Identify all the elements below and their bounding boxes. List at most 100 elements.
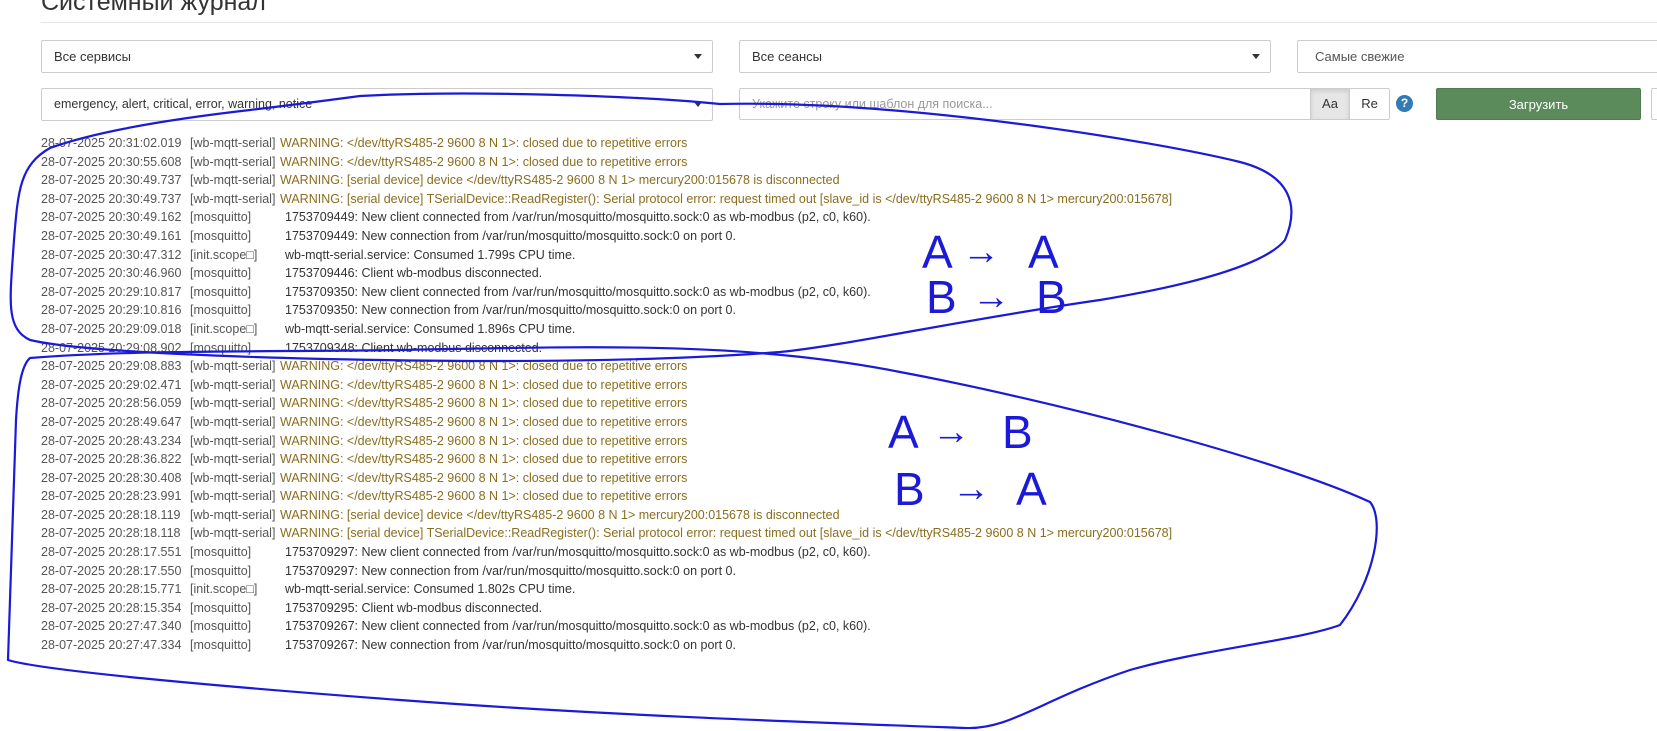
log-row: 28-07-2025 20:29:08.902 [mosquitto] 175370…	[41, 339, 1341, 358]
log-timestamp: 28-07-2025 20:29:09.018	[41, 321, 182, 336]
sessions-select[interactable]: Все сеансы	[739, 40, 1271, 73]
log-row: 28-07-2025 20:28:30.408 [wb-mqtt-serial] W…	[41, 469, 1341, 488]
log-timestamp: 28-07-2025 20:28:43.234	[41, 433, 182, 448]
log-message: WARNING: [serial device] device </dev/tt…	[280, 173, 840, 188]
log-message: WARNING: </dev/ttyRS485-2 9600 8 N 1>: c…	[280, 452, 688, 467]
log-service: [mosquitto]	[190, 563, 252, 578]
levels-select[interactable]: emergency, alert, critical, error, warni…	[41, 88, 713, 121]
log-message: WARNING: [serial device] TSerialDevice::…	[280, 526, 1173, 541]
log-timestamp: 28-07-2025 20:30:49.161	[41, 228, 182, 243]
log-row: 28-07-2025 20:29:10.816 [mosquitto] 175370…	[41, 301, 1341, 320]
log-timestamp: 28-07-2025 20:29:02.471	[41, 377, 182, 392]
log-service: [init.scope□]	[190, 582, 258, 597]
load-button[interactable]: Загрузить	[1436, 88, 1641, 120]
help-icon[interactable]: ?	[1396, 95, 1413, 112]
log-row: 28-07-2025 20:30:46.960 [mosquitto] 175370…	[41, 264, 1341, 283]
services-select[interactable]: Все сервисы	[41, 40, 713, 73]
log-message: WARNING: </dev/ttyRS485-2 9600 8 N 1>: c…	[280, 359, 688, 374]
order-select-value: Самые свежие	[1315, 49, 1405, 64]
search-input[interactable]	[739, 88, 1310, 120]
log-message: 1753709446: Client wb-modbus disconnecte…	[285, 266, 543, 281]
log-timestamp: 28-07-2025 20:30:49.737	[41, 173, 182, 188]
log-service: [wb-mqtt-serial]	[190, 526, 276, 541]
log-message: 1753709449: New connection from /var/run…	[285, 228, 736, 243]
log-row: 28-07-2025 20:29:08.883 [wb-mqtt-serial] W…	[41, 357, 1341, 376]
log-message: WARNING: </dev/ttyRS485-2 9600 8 N 1>: c…	[280, 154, 688, 169]
log-row: 28-07-2025 20:30:49.737 [wb-mqtt-serial] W…	[41, 190, 1341, 209]
log-row: 28-07-2025 20:30:49.161 [mosquitto] 175370…	[41, 227, 1341, 246]
log-row: 28-07-2025 20:30:55.608 [wb-mqtt-serial] W…	[41, 153, 1341, 172]
log-timestamp: 28-07-2025 20:28:17.550	[41, 563, 182, 578]
chevron-down-icon	[1252, 54, 1260, 59]
log-timestamp: 28-07-2025 20:30:47.312	[41, 247, 182, 262]
log-timestamp: 28-07-2025 20:30:55.608	[41, 154, 182, 169]
log-service: [mosquitto]	[190, 600, 252, 615]
log-service: [mosquitto]	[190, 619, 252, 634]
log-timestamp: 28-07-2025 20:30:49.737	[41, 191, 182, 206]
log-row: 28-07-2025 20:31:02.019 [wb-mqtt-serial] W…	[41, 134, 1341, 153]
services-select-value: Все сервисы	[54, 49, 131, 64]
log-row: 28-07-2025 20:27:47.340 [mosquitto] 175370…	[41, 617, 1341, 636]
log-message: 1753709267: New connection from /var/run…	[285, 638, 736, 653]
chevron-down-icon	[694, 102, 702, 107]
log-row: 28-07-2025 20:28:17.551 [mosquitto] 175370…	[41, 543, 1341, 562]
log-timestamp: 28-07-2025 20:30:46.960	[41, 266, 182, 281]
log-row: 28-07-2025 20:28:49.647 [wb-mqtt-serial] W…	[41, 413, 1341, 432]
log-service: [wb-mqtt-serial]	[190, 136, 276, 150]
log-row: 28-07-2025 20:28:23.991 [wb-mqtt-serial] W…	[41, 487, 1341, 506]
log-row: 28-07-2025 20:28:17.550 [mosquitto] 175370…	[41, 562, 1341, 581]
log-timestamp: 28-07-2025 20:30:49.162	[41, 210, 182, 225]
log-timestamp: 28-07-2025 20:28:15.354	[41, 600, 182, 615]
log-row: 28-07-2025 20:28:56.059 [wb-mqtt-serial] W…	[41, 394, 1341, 413]
log-message: 1753709267: New client connected from /v…	[285, 619, 871, 634]
case-sensitive-toggle[interactable]: Aa	[1310, 88, 1350, 120]
log-row: 28-07-2025 20:28:36.822 [wb-mqtt-serial] W…	[41, 450, 1341, 469]
log-timestamp: 28-07-2025 20:28:56.059	[41, 396, 182, 411]
log-message: 1753709449: New client connected from /v…	[285, 210, 871, 225]
log-row: 28-07-2025 20:30:49.162 [mosquitto] 175370…	[41, 208, 1341, 227]
log-message: 1753709297: New client connected from /v…	[285, 545, 871, 560]
log-service: [mosquitto]	[190, 545, 252, 560]
log-row: 28-07-2025 20:30:47.312 [init.scope□] wb-m…	[41, 246, 1341, 265]
log-service: [init.scope□]	[190, 247, 258, 262]
log-message: WARNING: </dev/ttyRS485-2 9600 8 N 1>: c…	[280, 470, 688, 485]
log-list: 28-07-2025 20:31:02.019 [wb-mqtt-serial] W…	[41, 134, 1341, 655]
order-select[interactable]: Самые свежие	[1297, 40, 1657, 73]
title-divider	[41, 22, 1657, 23]
log-message: 1753709297: New connection from /var/run…	[285, 563, 736, 578]
log-service: [mosquitto]	[190, 638, 252, 653]
log-message: WARNING: </dev/ttyRS485-2 9600 8 N 1>: c…	[280, 414, 688, 429]
regex-toggle[interactable]: Re	[1349, 88, 1390, 120]
log-timestamp: 28-07-2025 20:28:17.551	[41, 545, 182, 560]
log-timestamp: 28-07-2025 20:28:30.408	[41, 470, 182, 485]
log-row: 28-07-2025 20:28:15.771 [init.scope□] wb-m…	[41, 580, 1341, 599]
log-message: WARNING: </dev/ttyRS485-2 9600 8 N 1>: c…	[280, 396, 688, 411]
log-service: [wb-mqtt-serial]	[190, 154, 276, 169]
log-timestamp: 28-07-2025 20:27:47.334	[41, 638, 182, 653]
log-timestamp: 28-07-2025 20:27:47.340	[41, 619, 182, 634]
log-message: WARNING: [serial device] TSerialDevice::…	[280, 191, 1173, 206]
log-row: 28-07-2025 20:30:49.737 [wb-mqtt-serial] W…	[41, 171, 1341, 190]
log-service: [wb-mqtt-serial]	[190, 433, 276, 448]
log-timestamp: 28-07-2025 20:31:02.019	[41, 136, 182, 150]
log-service: [wb-mqtt-serial]	[190, 452, 276, 467]
log-timestamp: 28-07-2025 20:28:36.822	[41, 452, 182, 467]
log-message: WARNING: </dev/ttyRS485-2 9600 8 N 1>: c…	[280, 377, 688, 392]
log-message: 1753709348: Client wb-modbus disconnecte…	[285, 340, 543, 355]
log-timestamp: 28-07-2025 20:28:49.647	[41, 414, 182, 429]
log-service: [mosquitto]	[190, 284, 252, 299]
log-timestamp: 28-07-2025 20:28:18.118	[41, 526, 181, 541]
extra-button[interactable]	[1651, 88, 1657, 120]
log-service: [wb-mqtt-serial]	[190, 507, 276, 522]
log-service: [mosquitto]	[190, 303, 252, 318]
log-message: WARNING: [serial device] device </dev/tt…	[280, 507, 840, 522]
log-service: [wb-mqtt-serial]	[190, 191, 276, 206]
log-row: 28-07-2025 20:28:43.234 [wb-mqtt-serial] W…	[41, 432, 1341, 451]
log-service: [wb-mqtt-serial]	[190, 470, 276, 485]
log-row: 28-07-2025 20:29:09.018 [init.scope□] wb-m…	[41, 320, 1341, 339]
log-message: WARNING: </dev/ttyRS485-2 9600 8 N 1>: c…	[280, 136, 688, 150]
log-timestamp: 28-07-2025 20:28:23.991	[41, 489, 182, 504]
chevron-down-icon	[694, 54, 702, 59]
log-timestamp: 28-07-2025 20:29:10.816	[41, 303, 182, 318]
log-service: [wb-mqtt-serial]	[190, 377, 276, 392]
